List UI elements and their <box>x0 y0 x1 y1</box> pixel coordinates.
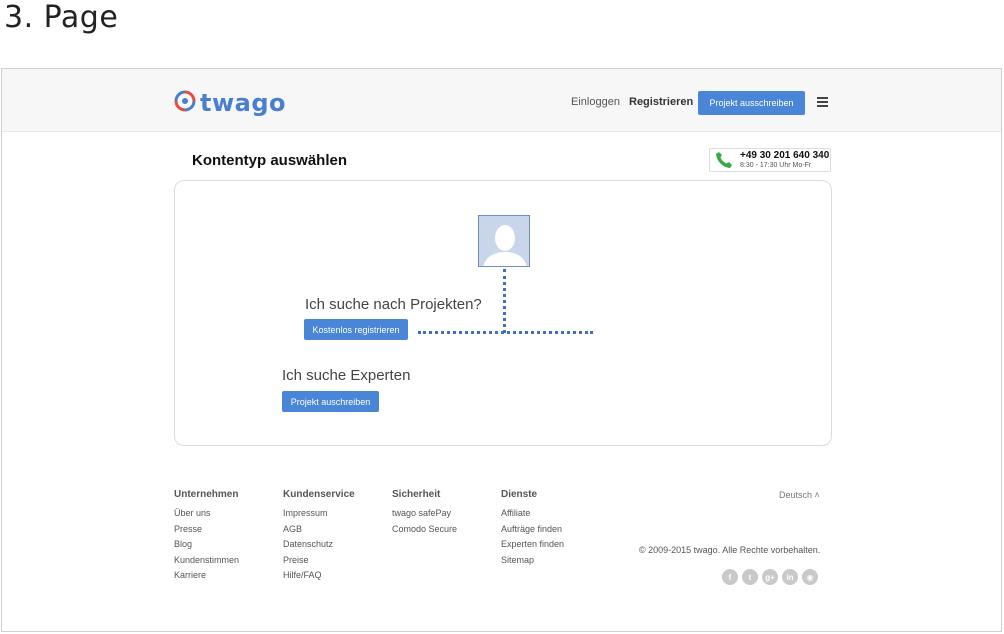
language-selector[interactable]: Deutsch ˄ <box>779 490 820 500</box>
footer-link[interactable]: Aufträge finden <box>501 522 564 538</box>
footer-column-company: Unternehmen Über uns Presse Blog Kundens… <box>174 489 239 584</box>
footer-link[interactable]: Hilfe/FAQ <box>283 568 355 584</box>
footer-link[interactable]: twago safePay <box>392 506 457 522</box>
footer-column-security: Sicherheit twago safePay Comodo Secure <box>392 489 457 537</box>
copyright-text: © 2009-2015 twago. Alle Rechte vorbehalt… <box>639 545 821 555</box>
rss-icon[interactable]: ◉ <box>802 569 818 585</box>
phone-icon <box>713 149 735 171</box>
phone-hours: 8:30 - 17:30 Uhr Mo-Fr <box>740 162 812 169</box>
linkedin-icon[interactable]: in <box>782 569 798 585</box>
post-project-button[interactable]: Projekt ausschreiben <box>698 91 805 115</box>
post-project-card-button[interactable]: Projekt auschreiben <box>282 391 379 412</box>
footer-link[interactable]: Comodo Secure <box>392 522 457 538</box>
account-type-card: Ich suche nach Projekten? Kostenlos regi… <box>174 180 832 446</box>
facebook-icon[interactable]: f <box>722 569 738 585</box>
page-title: Kontentyp auswählen <box>192 152 348 169</box>
expert-seeker-question: Ich suche Experten <box>282 367 411 384</box>
footer-heading: Kundenservice <box>283 489 355 500</box>
connector-line-horizontal <box>418 331 593 334</box>
page-heading: 3. Page <box>4 0 119 35</box>
site-header: twago Einloggen Registrieren Projekt aus… <box>2 69 1001 132</box>
twago-logo[interactable]: twago <box>174 89 286 117</box>
user-silhouette-icon <box>478 215 530 267</box>
footer-link[interactable]: Preise <box>283 553 355 569</box>
footer-link[interactable]: Presse <box>174 522 239 538</box>
project-seeker-question: Ich suche nach Projekten? <box>305 296 482 313</box>
footer-link[interactable]: Sitemap <box>501 553 564 569</box>
connector-line-vertical <box>503 269 506 333</box>
footer-column-services: Dienste Affiliate Aufträge finden Expert… <box>501 489 564 568</box>
footer-heading: Dienste <box>501 489 538 500</box>
footer-link[interactable]: AGB <box>283 522 355 538</box>
google-plus-icon[interactable]: g+ <box>762 569 778 585</box>
phone-number: +49 30 201 640 340 <box>740 150 830 161</box>
free-register-button[interactable]: Kostenlos registrieren <box>304 319 408 340</box>
footer-link[interactable]: Über uns <box>174 506 239 522</box>
twitter-icon[interactable]: t <box>742 569 758 585</box>
register-link[interactable]: Registrieren <box>629 96 693 108</box>
browser-frame: twago Einloggen Registrieren Projekt aus… <box>1 68 1002 632</box>
footer-link[interactable]: Karriere <box>174 568 239 584</box>
footer-link[interactable]: Impressum <box>283 506 355 522</box>
logo-wordmark: twago <box>200 89 287 117</box>
footer-column-service: Kundenservice Impressum AGB Datenschutz … <box>283 489 355 584</box>
twago-logo-icon <box>174 90 196 117</box>
phone-contact: +49 30 201 640 340 8:30 - 17:30 Uhr Mo-F… <box>709 148 831 172</box>
footer-link[interactable]: Blog <box>174 537 239 553</box>
social-links: f t g+ in ◉ <box>722 569 818 585</box>
footer-link[interactable]: Affiliate <box>501 506 564 522</box>
footer-heading: Sicherheit <box>392 489 441 500</box>
footer-link[interactable]: Datenschutz <box>283 537 355 553</box>
login-link[interactable]: Einloggen <box>571 96 620 108</box>
footer-heading: Unternehmen <box>174 489 239 500</box>
footer-link[interactable]: Experten finden <box>501 537 564 553</box>
footer-link[interactable]: Kundenstimmen <box>174 553 239 569</box>
hamburger-menu-icon[interactable] <box>817 97 828 107</box>
